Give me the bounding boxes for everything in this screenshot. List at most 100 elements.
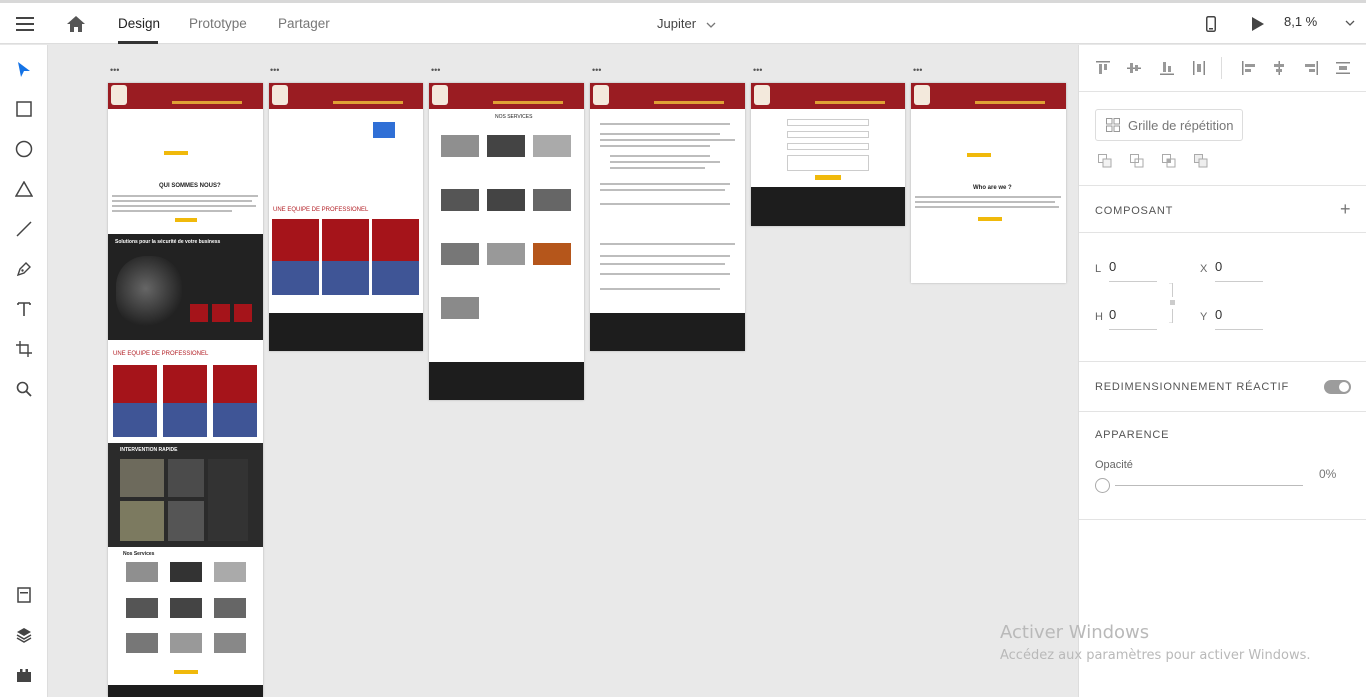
height-field[interactable]: 0: [1109, 307, 1116, 322]
text-tool-icon[interactable]: [12, 297, 36, 321]
opacity-label: Opacité: [1095, 459, 1133, 471]
y-field[interactable]: 0: [1215, 307, 1222, 322]
zoom-tool-icon[interactable]: [12, 377, 36, 401]
y-label: Y: [1200, 311, 1208, 323]
lock-aspect-icon[interactable]: [1169, 282, 1176, 324]
document-title[interactable]: Jupiter: [657, 3, 716, 44]
assets-panel-icon[interactable]: [12, 583, 36, 607]
artboard-3-menu[interactable]: •••: [431, 65, 440, 75]
artboard-5-menu[interactable]: •••: [753, 65, 762, 75]
site-header: [429, 83, 584, 109]
align-left-icon[interactable]: [1239, 58, 1259, 78]
responsive-resize-toggle[interactable]: [1324, 380, 1351, 394]
select-tool-icon[interactable]: [12, 58, 36, 82]
windows-activation-subtitle: Accédez aux paramètres pour activer Wind…: [1000, 648, 1311, 663]
play-icon[interactable]: [1250, 3, 1266, 44]
top-toolbar: Design Prototype Partager Jupiter 8,1 %: [0, 3, 1366, 44]
solutions-section: Solutions pour la sécurité de votre busi…: [108, 234, 263, 340]
document-title-text: Jupiter: [657, 16, 697, 31]
team-title: UNE EQUIPE DE PROFESSIONEL: [113, 351, 209, 357]
responsive-resize-label: REDIMENSIONNEMENT RÉACTIF: [1095, 381, 1289, 393]
active-tab-indicator: [118, 41, 158, 44]
hamburger-icon[interactable]: [14, 3, 36, 44]
artboard-2-menu[interactable]: •••: [270, 65, 279, 75]
services-title: Nos Services: [123, 551, 155, 557]
tab-share[interactable]: Partager: [278, 3, 330, 44]
team-title: UNE EQUIPE DE PROFESSIONEL: [273, 207, 369, 213]
layers-panel-icon[interactable]: [12, 623, 36, 647]
repeat-grid-icon: [1106, 118, 1120, 132]
site-footer: [429, 362, 584, 400]
triangle-tool-icon[interactable]: [12, 177, 36, 201]
hero-heading: We are a Congolese company specializing …: [925, 125, 1045, 135]
opacity-slider-track[interactable]: [1115, 485, 1303, 486]
x-field[interactable]: 0: [1215, 259, 1222, 274]
artboard-contact[interactable]: [751, 83, 905, 226]
artboard-home-en[interactable]: We are a Congolese company specializing …: [911, 83, 1066, 283]
x-label: X: [1200, 263, 1208, 275]
windows-activation-title: Activer Windows: [1000, 622, 1150, 643]
site-footer: [751, 187, 905, 226]
chevron-down-icon: [706, 22, 716, 28]
line-tool-icon[interactable]: [12, 217, 36, 241]
align-middle-icon[interactable]: [1124, 58, 1144, 78]
align-center-icon[interactable]: [1269, 58, 1289, 78]
align-top-icon[interactable]: [1093, 58, 1113, 78]
height-label: H: [1095, 311, 1103, 323]
zoom-level[interactable]: 8,1 %: [1284, 3, 1355, 44]
align-right-icon[interactable]: [1301, 58, 1321, 78]
distribute-vertical-icon[interactable]: [1189, 58, 1209, 78]
zoom-value: 8,1 %: [1284, 14, 1318, 29]
services-page-title: NOS SERVICES: [495, 114, 533, 120]
site-header: [911, 83, 1066, 109]
artboard-about-fr[interactable]: UNE EQUIPE DE PROFESSIONEL: [269, 83, 423, 351]
tab-prototype[interactable]: Prototype: [189, 3, 247, 44]
component-section-label: COMPOSANT: [1095, 205, 1174, 217]
repeat-grid-label: Grille de répétition: [1128, 117, 1234, 133]
home-icon[interactable]: [66, 3, 86, 44]
repeat-grid-button[interactable]: Grille de répétition: [1095, 109, 1243, 141]
site-header: [751, 83, 905, 109]
site-footer: [108, 685, 263, 697]
appearance-label: APPARENCE: [1095, 429, 1170, 441]
site-header: [590, 83, 745, 109]
artboard-1-menu[interactable]: •••: [110, 65, 119, 75]
rectangle-tool-icon[interactable]: [12, 97, 36, 121]
about-title: QUI SOMMES NOUS?: [159, 183, 221, 189]
ellipse-tool-icon[interactable]: [12, 137, 36, 161]
mobile-device-icon[interactable]: [1203, 3, 1219, 44]
artboard-services-fr[interactable]: NOS SERVICES: [429, 83, 584, 400]
pen-tool-icon[interactable]: [12, 257, 36, 281]
tools-sidebar: [0, 45, 48, 697]
zoom-chevron-down-icon: [1345, 20, 1355, 26]
align-bottom-icon[interactable]: [1157, 58, 1177, 78]
site-footer: [590, 313, 745, 351]
boolean-subtract-icon[interactable]: [1127, 151, 1147, 171]
who-are-we-title: Who are we ?: [973, 185, 1012, 191]
opacity-value[interactable]: 0%: [1319, 467, 1336, 481]
artboard-4-menu[interactable]: •••: [592, 65, 601, 75]
artboard-home-fr[interactable]: QUI SOMMES NOUS? Solutions pour la sécur…: [108, 83, 263, 697]
intervention-section: INTERVENTION RAPIDE: [108, 443, 263, 547]
site-header: [108, 83, 263, 109]
distribute-horizontal-icon[interactable]: [1333, 58, 1353, 78]
tab-design[interactable]: Design: [118, 3, 160, 44]
intervention-title: INTERVENTION RAPIDE: [120, 447, 178, 453]
site-footer: [269, 313, 423, 351]
boolean-exclude-icon[interactable]: [1191, 151, 1211, 171]
design-canvas[interactable]: ••• QUI SOMMES NOUS? Solutions pour la s…: [48, 45, 1078, 697]
boolean-add-icon[interactable]: [1095, 151, 1115, 171]
artboard-tool-icon[interactable]: [12, 337, 36, 361]
artboard-service-detail[interactable]: [590, 83, 745, 351]
add-component-button[interactable]: +: [1340, 199, 1351, 220]
site-header: [269, 83, 423, 109]
width-label: L: [1095, 263, 1102, 275]
solutions-title: Solutions pour la sécurité de votre busi…: [115, 239, 221, 245]
align-divider: [1221, 57, 1222, 79]
opacity-slider-handle[interactable]: [1095, 478, 1110, 493]
artboard-6-menu[interactable]: •••: [913, 65, 922, 75]
width-field[interactable]: 0: [1109, 259, 1116, 274]
plugins-panel-icon[interactable]: [12, 663, 36, 687]
boolean-intersect-icon[interactable]: [1159, 151, 1179, 171]
properties-panel: Grille de répétition COMPOSANT + L 0 X 0…: [1078, 45, 1366, 697]
